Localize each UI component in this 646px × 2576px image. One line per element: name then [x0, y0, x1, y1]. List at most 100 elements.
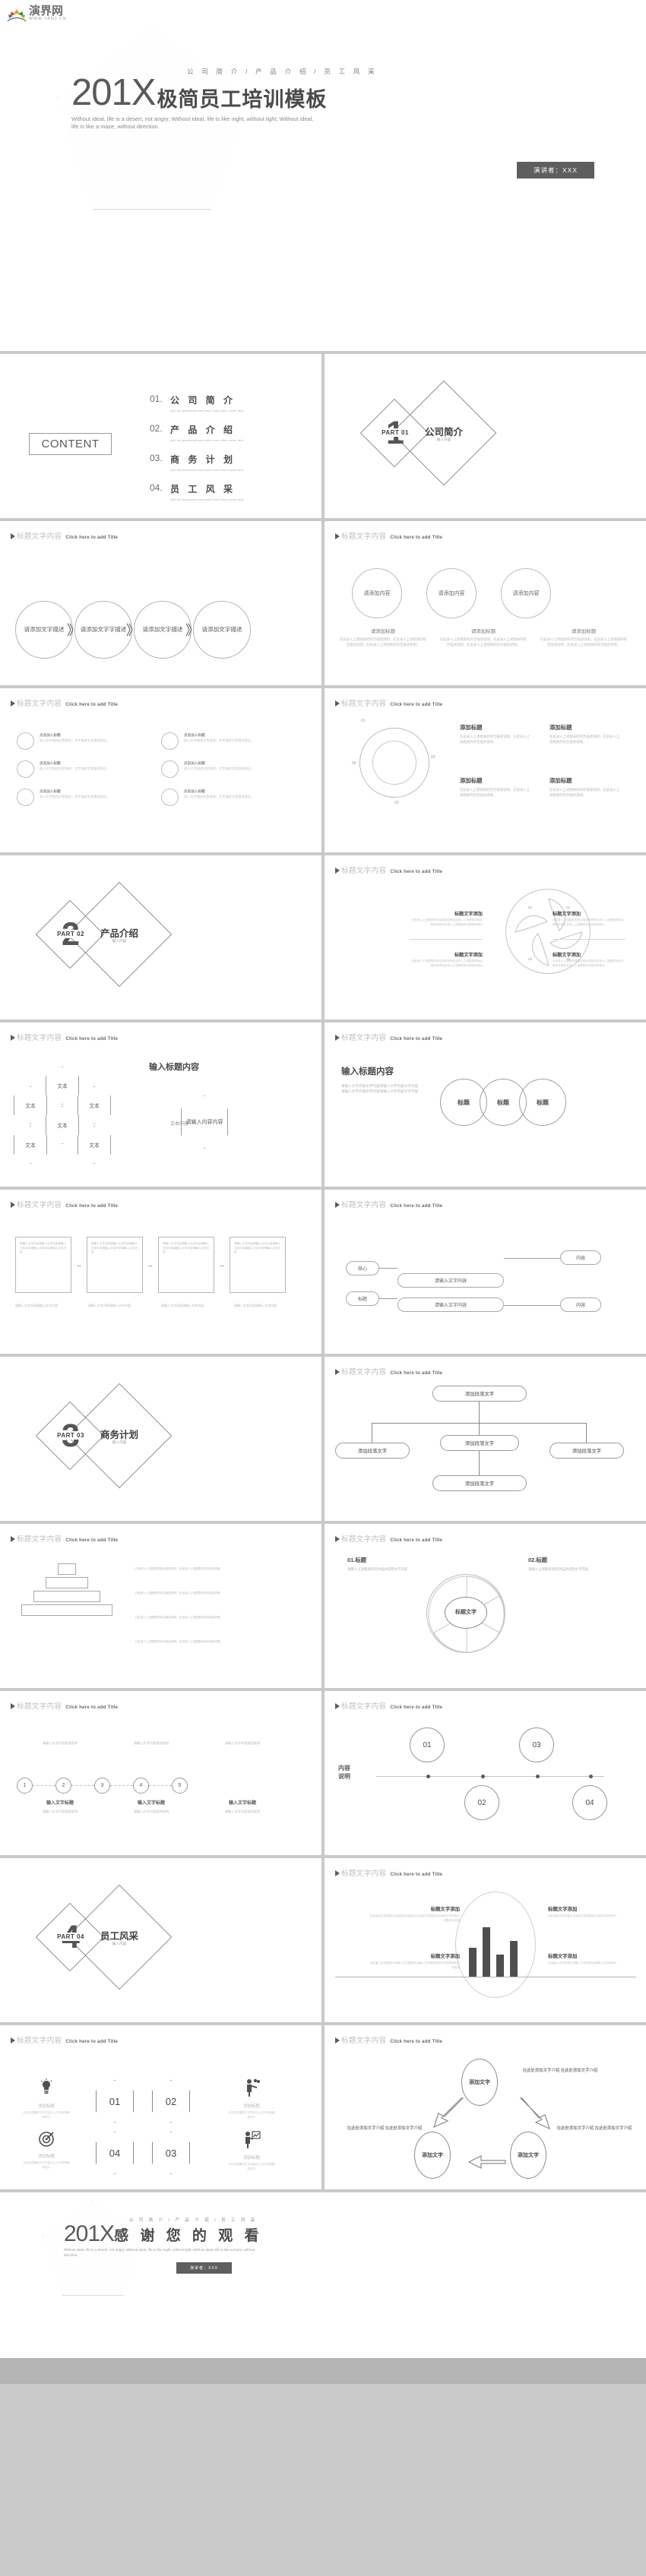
bubble-node[interactable]: 04: [572, 1785, 607, 1820]
mindmap-node[interactable]: 核心: [346, 1261, 379, 1275]
list-item[interactable]: 请添加内容: [426, 568, 477, 618]
mindmap-node[interactable]: 标题: [346, 1291, 379, 1306]
pyramid-layer[interactable]: [58, 1563, 76, 1575]
list-item[interactable]: 添加标题 在此录入上述图表的综合描述说明，在此录入上述图表的综合描述说明。: [549, 776, 622, 798]
list-item[interactable]: 标题文字添加 在此录入上述图表的综合描述说明在此录入上述图表的综合描述说明在此录…: [410, 910, 483, 927]
list-item[interactable]: 请添加内容: [352, 568, 402, 618]
list-item[interactable]: 请输入文本内容请输入文本内容请输入文本内容请输入文本内容请输入文本内容: [15, 1237, 71, 1293]
slide-six-items[interactable]: 标题文字内容 Click here to add Title 点击加入标题 加入文…: [0, 688, 321, 852]
list-item[interactable]: 添加标题 在此录入上述图表的综合描述说明，在此录入上述图表的综合描述说明。: [549, 723, 622, 744]
mindmap-node[interactable]: 内容: [560, 1297, 601, 1312]
list-item[interactable]: 标题: [519, 1079, 566, 1126]
list-item[interactable]: 请添加文字字描述: [74, 601, 132, 659]
list-item[interactable]: 点击加入标题 加入文字描述文案描述，文字描述文案描述表达。: [161, 760, 287, 778]
list-item[interactable]: 02. 产 品 介 绍 print the presentation and m…: [150, 423, 309, 442]
slide-divider-part04[interactable]: 4 PART 04 员工风采 输入内容: [0, 1858, 321, 2022]
bubble-node[interactable]: 02: [464, 1785, 499, 1820]
list-item[interactable]: 标题文字添加 在此录入上述图表的综合描述说明在此录入上述图表的综合描述说明在此录…: [553, 910, 625, 927]
slide-three-circles[interactable]: 标题文字内容 Click here to add Title 请添加内容 请添加…: [325, 521, 646, 685]
slide-header-cn: 标题文字内容: [17, 533, 62, 541]
list-item[interactable]: 标题文字添加 在此录入上述图表的综合描述说明在此录入上述图表的综合描述说明在此录…: [410, 951, 483, 968]
org-root-node[interactable]: 添加段落文字: [432, 1386, 527, 1402]
list-item[interactable]: 点击加入标题 加入文字描述文案描述，文字描述文案描述表达。: [17, 732, 143, 750]
slide-pinwheel-diagram[interactable]: 标题文字内容 Click here to add Title 01 02 03 …: [325, 855, 646, 1019]
slide-header-en: Click here to add Title: [65, 1705, 119, 1710]
list-item[interactable]: 04. 员 工 风 采 print the presentation and m…: [150, 482, 309, 501]
logo-mark-icon: [7, 8, 27, 22]
step-node[interactable]: 2: [55, 1778, 71, 1794]
site-logo[interactable]: 演界网 WWW.YANJ.CN: [7, 5, 67, 22]
pyramid-layer[interactable]: [21, 1604, 112, 1616]
slide-pyramid[interactable]: 标题文字内容 Click here to add Title 在此录入上述图表的…: [0, 1524, 321, 1688]
slide-header-en: Click here to add Title: [390, 702, 443, 707]
step-node[interactable]: 4: [133, 1778, 149, 1794]
slide-mindmap[interactable]: 标题文字内容 Click here to add Title 核心 标题 请输入…: [325, 1190, 646, 1354]
slide-bubbles[interactable]: 标题文字内容 Click here to add Title 内容 说明 01 …: [325, 1691, 646, 1855]
list-item[interactable]: 添加标题 点击这里要改文字内容以上文字说明解释意义: [23, 2078, 70, 2119]
list-item[interactable]: 点击加入标题 加入文字描述文案描述，文字描述文案描述表达。: [161, 732, 287, 750]
hex-number[interactable]: 01: [96, 2080, 134, 2122]
chart-label: 标题文字添加: [548, 1954, 578, 1959]
slide-donut-diagram[interactable]: 标题文字内容 Click here to add Title 01 02 03 …: [325, 688, 646, 852]
list-item[interactable]: 文本: [14, 1126, 47, 1164]
list-item[interactable]: 添加标题 点击这里要改文字内容以上文字说明解释意义: [228, 2130, 275, 2171]
block-desc: 在此录入上述图表的综合描述说明，在此录入上述图表的综合描述说明。: [549, 735, 620, 744]
pyramid-layer[interactable]: [46, 1577, 88, 1588]
step-node[interactable]: 1: [17, 1778, 33, 1794]
slide-boxes[interactable]: 标题文字内容 Click here to add Title 请输入文本内容请输…: [0, 1190, 321, 1354]
list-item[interactable]: 文本: [46, 1106, 79, 1144]
connector-line: [479, 1423, 480, 1435]
slide-divider-part02[interactable]: 2 PART 02 产品介绍 输入内容: [0, 855, 321, 1019]
list-item[interactable]: 请输入文本内容请输入文本内容请输入文本内容请输入文本内容请输入文本内容: [87, 1237, 143, 1293]
list-item[interactable]: 请输入文本内容请输入文本内容请输入文本内容请输入文本内容请输入文本内容: [230, 1237, 286, 1293]
step-top-captions: 请输入文字内容描述说明 请输入文字内容描述说明 请输入文字内容描述说明: [23, 1741, 280, 1746]
list-item[interactable]: 文本: [14, 1086, 47, 1124]
org-child-node[interactable]: 添加段落文字: [440, 1435, 519, 1451]
slide-divider-part01[interactable]: 1 PART 01 公司简介 输入内容: [325, 354, 646, 518]
list-item[interactable]: 添加标题 点击这里要改文字内容以上文字说明解释意义: [228, 2078, 275, 2119]
list-item[interactable]: 添加标题 点击这里要改文字内容以上文字说明解释意义: [23, 2130, 70, 2170]
slide-hexagons[interactable]: 标题文字内容 Click here to add Title 输入标题内容 文本…: [0, 1022, 321, 1187]
mindmap-node[interactable]: 内容: [560, 1250, 601, 1265]
list-item[interactable]: 文本: [78, 1086, 111, 1124]
slide-venn[interactable]: 标题文字内容 Click here to add Title 输入标题内容 请输…: [325, 1022, 646, 1187]
list-item[interactable]: 点击加入标题 加入文字描述文案描述，文字描述文案描述表达。: [161, 789, 287, 806]
hex-number[interactable]: 03: [152, 2132, 190, 2174]
mindmap-pill[interactable]: 请输入文字内容: [397, 1273, 504, 1288]
bubble-node[interactable]: 01: [410, 1727, 445, 1762]
list-item[interactable]: 点击加入标题 加入文字描述文案描述，文字描述文案描述表达。: [17, 760, 143, 778]
bubble-node[interactable]: 03: [519, 1727, 554, 1762]
list-item[interactable]: 点击加入标题 加入文字描述文案描述，文字描述文案描述表达。: [17, 789, 143, 806]
item-desc: 加入文字描述文案描述，文字描述文案描述表达。: [40, 766, 110, 770]
list-item[interactable]: 添加标题 在此录入上述图表的综合描述说明，在此录入上述图表的综合描述说明。: [460, 723, 533, 744]
list-item[interactable]: 01. 公 司 简 介 print the presentation and m…: [150, 394, 309, 412]
hex-number[interactable]: 04: [96, 2132, 134, 2174]
slide-bar-chart[interactable]: 标题文字内容 Click here to add Title 标题文字添加 在此…: [325, 1858, 646, 2022]
list-item[interactable]: 请输入文本内容请输入文本内容请输入文本内容请输入文本内容请输入文本内容: [158, 1237, 214, 1293]
list-item[interactable]: 标题文字添加 在此录入上述图表的综合描述说明在此录入上述图表的综合描述说明在此录…: [553, 951, 625, 968]
slide-cycle[interactable]: 标题文字内容 Click here to add Title 添加文字 添加文字…: [325, 2025, 646, 2189]
list-item[interactable]: 03. 商 务 计 划 print the presentation and m…: [150, 453, 309, 472]
slide-steps[interactable]: 标题文字内容 Click here to add Title 请输入文字内容描述…: [0, 1691, 321, 1855]
step-node[interactable]: 3: [94, 1778, 110, 1794]
slide-fan-chart[interactable]: 标题文字内容 Click here to add Title 01.标题 请输入…: [325, 1524, 646, 1688]
step-node[interactable]: 5: [172, 1778, 188, 1794]
slide-org-chart[interactable]: 标题文字内容 Click here to add Title 添加段落文字 添加…: [325, 1357, 646, 1521]
list-item[interactable]: 请添加文字描述: [15, 601, 73, 659]
slide-four-circles[interactable]: 标题文字内容 Click here to add Title 请添加文字描述 》…: [0, 521, 321, 685]
hex-number[interactable]: 02: [152, 2080, 190, 2122]
list-item[interactable]: 请添加文字描述: [193, 601, 251, 659]
list-item[interactable]: 请添加文字描述: [134, 601, 192, 659]
org-child-node[interactable]: 添加段落文字: [335, 1443, 410, 1459]
mindmap-pill[interactable]: 请输入文字内容: [397, 1297, 504, 1312]
list-item[interactable]: 请添加内容: [501, 568, 551, 618]
org-leaf-node[interactable]: 添加段落文字: [432, 1475, 527, 1491]
list-item[interactable]: 添加标题 在此录入上述图表的综合描述说明，在此录入上述图表的综合描述说明。: [460, 776, 533, 798]
org-child-node[interactable]: 添加段落文字: [549, 1443, 624, 1459]
slide-divider-part03[interactable]: 3 PART 03 商务计划 输入内容: [0, 1357, 321, 1521]
list-item[interactable]: 文本: [46, 1067, 79, 1105]
slide-content-toc[interactable]: CONTENT 01. 公 司 简 介 print the presentati…: [0, 354, 321, 518]
list-item[interactable]: 文本: [78, 1126, 111, 1164]
slide-icon-hexes[interactable]: 标题文字内容 Click here to add Title 添加标题 点击这里…: [0, 2025, 321, 2189]
pyramid-layer[interactable]: [33, 1591, 100, 1602]
